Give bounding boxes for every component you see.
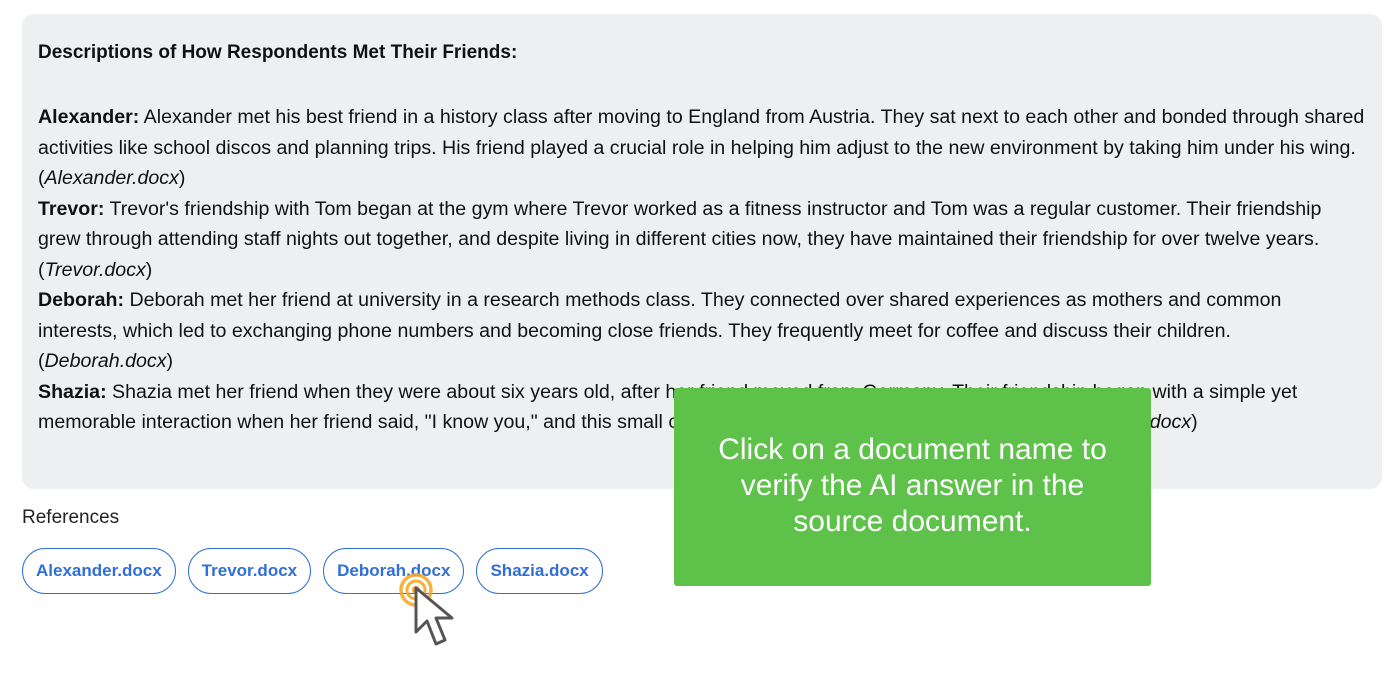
entry-close-paren: )	[178, 167, 186, 189]
onboarding-tooltip: Click on a document name to verify the A…	[674, 388, 1151, 586]
entry-text: Trevor's friendship with Tom began at th…	[38, 197, 1322, 281]
references-list: Alexander.docx Trevor.docx Deborah.docx …	[22, 548, 603, 594]
respondent-name: Deborah:	[38, 289, 125, 311]
reference-chip-trevor[interactable]: Trevor.docx	[187, 548, 312, 594]
answer-title: Descriptions of How Respondents Met Thei…	[38, 42, 518, 63]
tooltip-text: Click on a document name to verify the A…	[718, 433, 1107, 538]
respondent-name: Shazia:	[38, 380, 107, 403]
entry-close-paren: )	[166, 350, 174, 372]
entry-close-paren: )	[145, 258, 153, 281]
answer-entry-trevor: Trevor: Trevor's friendship with Tom beg…	[38, 194, 1366, 286]
entry-text: Deborah met her friend at university in …	[38, 289, 1282, 372]
answer-entry-alexander: Alexander: Alexander met his best friend…	[38, 102, 1366, 194]
reference-chip-deborah[interactable]: Deborah.docx	[323, 548, 465, 594]
entry-doc-citation: Deborah.docx	[44, 350, 167, 372]
reference-chip-alexander[interactable]: Alexander.docx	[22, 548, 176, 594]
entry-doc-citation: Alexander.docx	[44, 167, 179, 189]
answer-entry-deborah: Deborah: Deborah met her friend at unive…	[38, 285, 1366, 377]
respondent-name: Alexander:	[38, 106, 140, 128]
entry-doc-citation: Trevor.docx	[44, 258, 146, 281]
entry-close-paren: )	[1191, 411, 1198, 433]
references-heading: References	[22, 507, 120, 528]
entry-text: Alexander met his best friend in a histo…	[38, 106, 1365, 189]
reference-chip-shazia[interactable]: Shazia.docx	[476, 548, 603, 594]
respondent-name: Trevor:	[38, 197, 105, 220]
